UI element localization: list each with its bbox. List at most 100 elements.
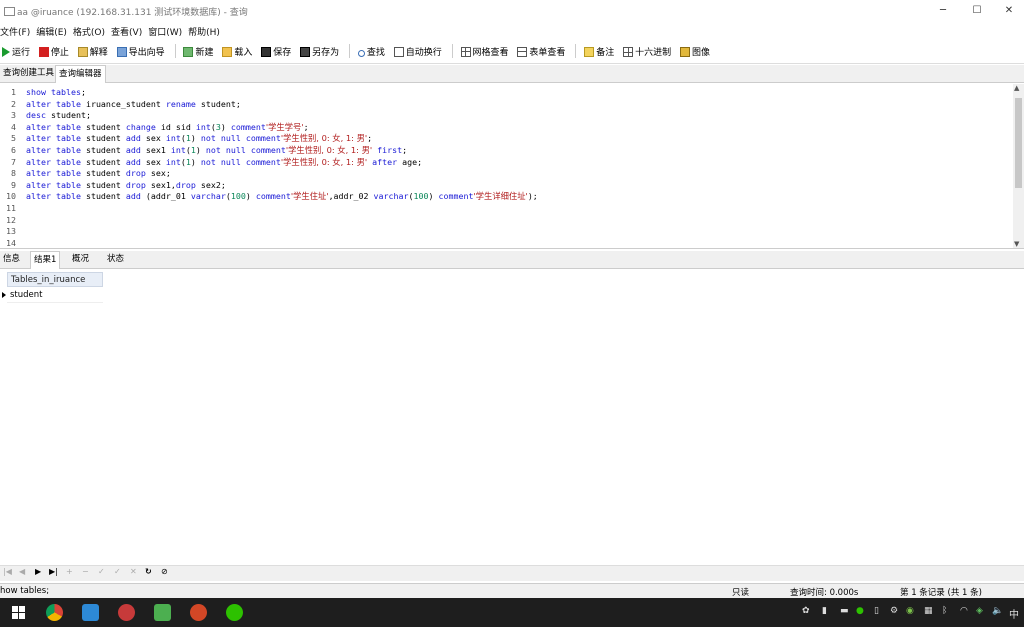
word-wrap-button[interactable]: 自动换行: [392, 43, 446, 63]
code-token: int: [195, 121, 211, 132]
code-token: int: [165, 156, 181, 167]
code-text: alter table student add sex int(1) not n…: [26, 157, 422, 169]
editor-scrollbar[interactable]: ▲ ▼: [1013, 84, 1024, 248]
navicat-icon[interactable]: [118, 604, 135, 621]
tab-profile[interactable]: 概况: [69, 252, 92, 267]
explain-button[interactable]: 解释: [76, 43, 112, 63]
code-token: sex;: [145, 168, 171, 179]
line-number: 11: [6, 203, 16, 213]
save-as-button[interactable]: 另存为: [298, 43, 343, 63]
sql-editor[interactable]: 1 show tables; 2 alter table iruance_studen…: [0, 84, 1024, 249]
code-token: alter table: [26, 145, 81, 155]
close-button[interactable]: ✕: [994, 3, 1024, 19]
export-wizard-button[interactable]: 导出向导: [115, 43, 169, 63]
record-nav-bar: |◀ ◀ ▶ ▶| + − ✓ ✓ ✕ ↻ ⊘: [0, 565, 1024, 581]
tab-status[interactable]: 状态: [104, 252, 127, 267]
tray-usb-icon[interactable]: ▮: [822, 606, 827, 616]
code-line: 10 alter table student add (addr_01 varch…: [0, 191, 1010, 203]
discard-icon[interactable]: ✓: [114, 567, 121, 576]
code-token: varchar: [190, 191, 226, 202]
minimize-button[interactable]: ─: [928, 3, 958, 19]
tray-app-icon[interactable]: ✿: [802, 606, 810, 616]
powerpoint-icon[interactable]: [190, 604, 207, 621]
tab-query-builder[interactable]: 查询创建工具: [0, 66, 57, 81]
save-button[interactable]: 保存: [259, 43, 295, 63]
code-token: ;: [402, 145, 408, 155]
taskbar: ✿ ▮ ▬ ● ▯ ⚙ ◉ ▦ ᛒ ◠ ◈ 🔈 中: [0, 598, 1024, 627]
tab-info[interactable]: 信息: [0, 252, 23, 267]
scroll-thumb[interactable]: [1015, 98, 1022, 188]
prev-record-icon[interactable]: ◀: [19, 567, 25, 576]
database-icon: [4, 7, 15, 16]
form-view-button[interactable]: 表单查看: [515, 43, 569, 63]
maximize-button[interactable]: ☐: [962, 3, 992, 19]
code-token: student: [80, 133, 126, 144]
code-text: desc student;: [26, 110, 91, 122]
run-button[interactable]: 运行: [0, 43, 34, 63]
menu-window[interactable]: 窗口(W): [145, 24, 185, 42]
tray-security-icon[interactable]: ◈: [976, 606, 983, 616]
next-record-icon[interactable]: ▶: [35, 567, 41, 576]
chrome-icon[interactable]: [46, 604, 63, 621]
code-token: student;: [195, 98, 241, 109]
code-token: comment: [255, 191, 291, 202]
column-header[interactable]: Tables_in_iruance: [7, 272, 103, 287]
table-row[interactable]: student: [7, 288, 103, 303]
tray-grid-icon[interactable]: ▦: [924, 606, 933, 616]
apply-icon[interactable]: ✓: [98, 567, 105, 576]
menu-edit[interactable]: 编辑(E): [33, 24, 70, 42]
find-button[interactable]: 查找: [356, 43, 389, 63]
load-button[interactable]: 载入: [220, 43, 256, 63]
code-token: comment: [230, 121, 266, 132]
code-line: 6 alter table student add sex1 int(1) not…: [0, 145, 1010, 157]
stop-query-icon[interactable]: ⊘: [161, 567, 168, 576]
code-text: alter table student add sex1 int(1) not …: [26, 145, 407, 157]
delete-record-icon[interactable]: −: [82, 567, 89, 576]
memo-icon: [584, 47, 595, 57]
code-line: 13: [0, 226, 1010, 238]
windows-start-icon[interactable]: [12, 606, 25, 619]
line-number: 13: [6, 226, 16, 237]
input-language[interactable]: 中: [1009, 606, 1019, 621]
menu-view[interactable]: 查看(V): [108, 24, 145, 42]
cancel-icon[interactable]: ✕: [130, 567, 137, 576]
menu-help[interactable]: 帮助(H): [185, 24, 223, 42]
grid-view-button[interactable]: 网格查看: [459, 43, 513, 63]
tray-wechat-icon[interactable]: ●: [856, 606, 864, 616]
export-icon: [116, 47, 127, 57]
tray-device-icon[interactable]: ▬: [840, 606, 849, 616]
tab-query-editor[interactable]: 查询编辑器: [55, 65, 106, 83]
image-button[interactable]: 图像: [678, 43, 714, 63]
code-token: add: [125, 145, 141, 155]
tray-volume-icon[interactable]: 🔈: [992, 606, 1003, 616]
finder-icon[interactable]: [82, 604, 99, 621]
tray-settings-icon[interactable]: ⚙: [890, 606, 898, 616]
code-token: (addr_01: [140, 191, 191, 202]
last-record-icon[interactable]: ▶|: [49, 567, 58, 576]
tray-shield-icon[interactable]: ▯: [874, 606, 879, 616]
first-record-icon[interactable]: |◀: [3, 567, 12, 576]
tray-green-icon[interactable]: ◉: [906, 606, 914, 616]
tray-bluetooth-icon[interactable]: ᛒ: [942, 606, 947, 616]
add-record-icon[interactable]: +: [66, 567, 73, 576]
line-number: 6: [11, 145, 16, 155]
stop-button[interactable]: 停止: [37, 43, 73, 63]
scroll-up-icon[interactable]: ▲: [1014, 84, 1019, 92]
save-icon: [261, 47, 272, 57]
hex-button[interactable]: 十六进制: [621, 43, 675, 63]
code-token: sex: [140, 156, 166, 167]
code-line: 9 alter table student drop sex1,drop sex2…: [0, 180, 1010, 192]
tray-wifi-icon[interactable]: ◠: [960, 606, 968, 616]
new-button[interactable]: 新建: [181, 43, 217, 63]
wechat-icon[interactable]: [226, 604, 243, 621]
line-number: 7: [11, 156, 16, 167]
memo-button[interactable]: 备注: [582, 43, 618, 63]
code-line: 4 alter table student change id sid int(3…: [0, 122, 1010, 134]
line-number: 9: [11, 179, 16, 190]
refresh-icon[interactable]: ↻: [145, 567, 152, 576]
game-icon[interactable]: [154, 604, 171, 621]
menu-file[interactable]: 文件(F): [0, 24, 33, 42]
tab-result1[interactable]: 结果1: [30, 251, 61, 269]
menu-format[interactable]: 格式(O): [70, 24, 108, 42]
scroll-down-icon[interactable]: ▼: [1014, 240, 1019, 248]
